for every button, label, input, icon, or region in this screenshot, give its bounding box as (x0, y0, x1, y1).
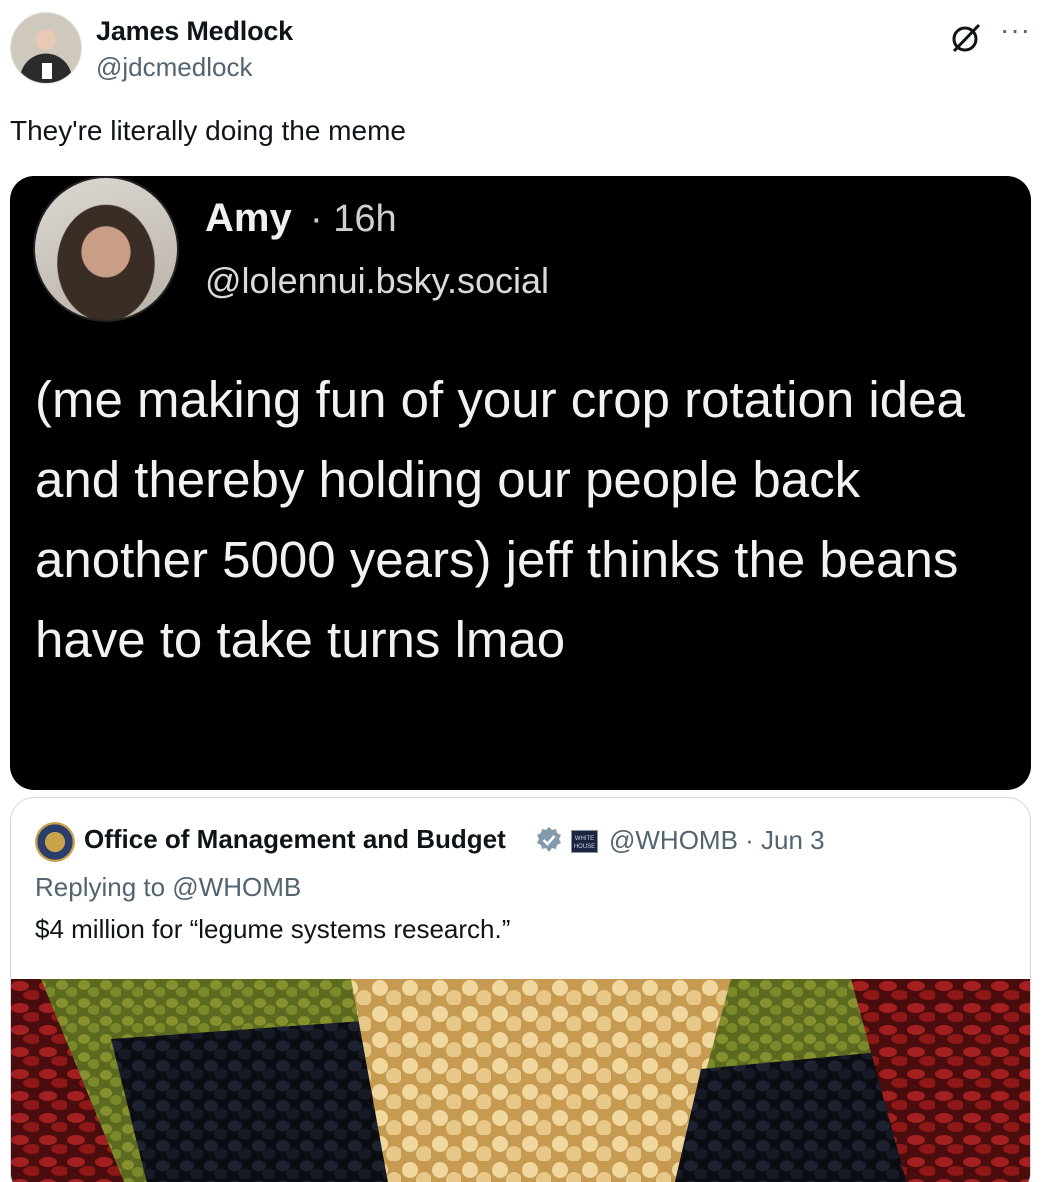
replying-to[interactable]: Replying to @WHOMB (35, 872, 301, 903)
government-badge-icon: WHITE HOUSE (571, 830, 598, 853)
more-icon[interactable]: ··· (1000, 16, 1031, 44)
quoted-tweet[interactable]: Office of Management and Budget WHITE HO… (10, 797, 1031, 1182)
verified-icon (537, 827, 561, 852)
author-name[interactable]: James Medlock (96, 16, 293, 47)
meme-timestamp: · 16h (310, 198, 397, 240)
quoted-author-name[interactable]: Office of Management and Budget (84, 824, 506, 855)
meme-post-text: (me making fun of your crop rotation ide… (35, 371, 965, 668)
quoted-handle-date[interactable]: @WHOMB · Jun 3 (609, 825, 825, 856)
meme-author-name: Amy (205, 196, 292, 240)
quoted-tweet-text: $4 million for “legume systems research.… (35, 914, 511, 944)
grok-icon[interactable] (948, 20, 984, 56)
tweet-text: They're literally doing the meme (10, 115, 406, 146)
avatar[interactable] (10, 12, 82, 84)
meme-author-handle: @lolennui.bsky.social (205, 260, 550, 301)
author-handle[interactable]: @jdcmedlock (96, 52, 252, 83)
omb-seal-avatar[interactable] (35, 822, 75, 862)
meme-image[interactable]: Amy · 16h @lolennui.bsky.social (me maki… (10, 176, 1031, 790)
meme-avatar (33, 176, 179, 322)
beans-image[interactable] (11, 979, 1031, 1182)
tweet-header: James Medlock @jdcmedlock ··· (10, 12, 1040, 88)
